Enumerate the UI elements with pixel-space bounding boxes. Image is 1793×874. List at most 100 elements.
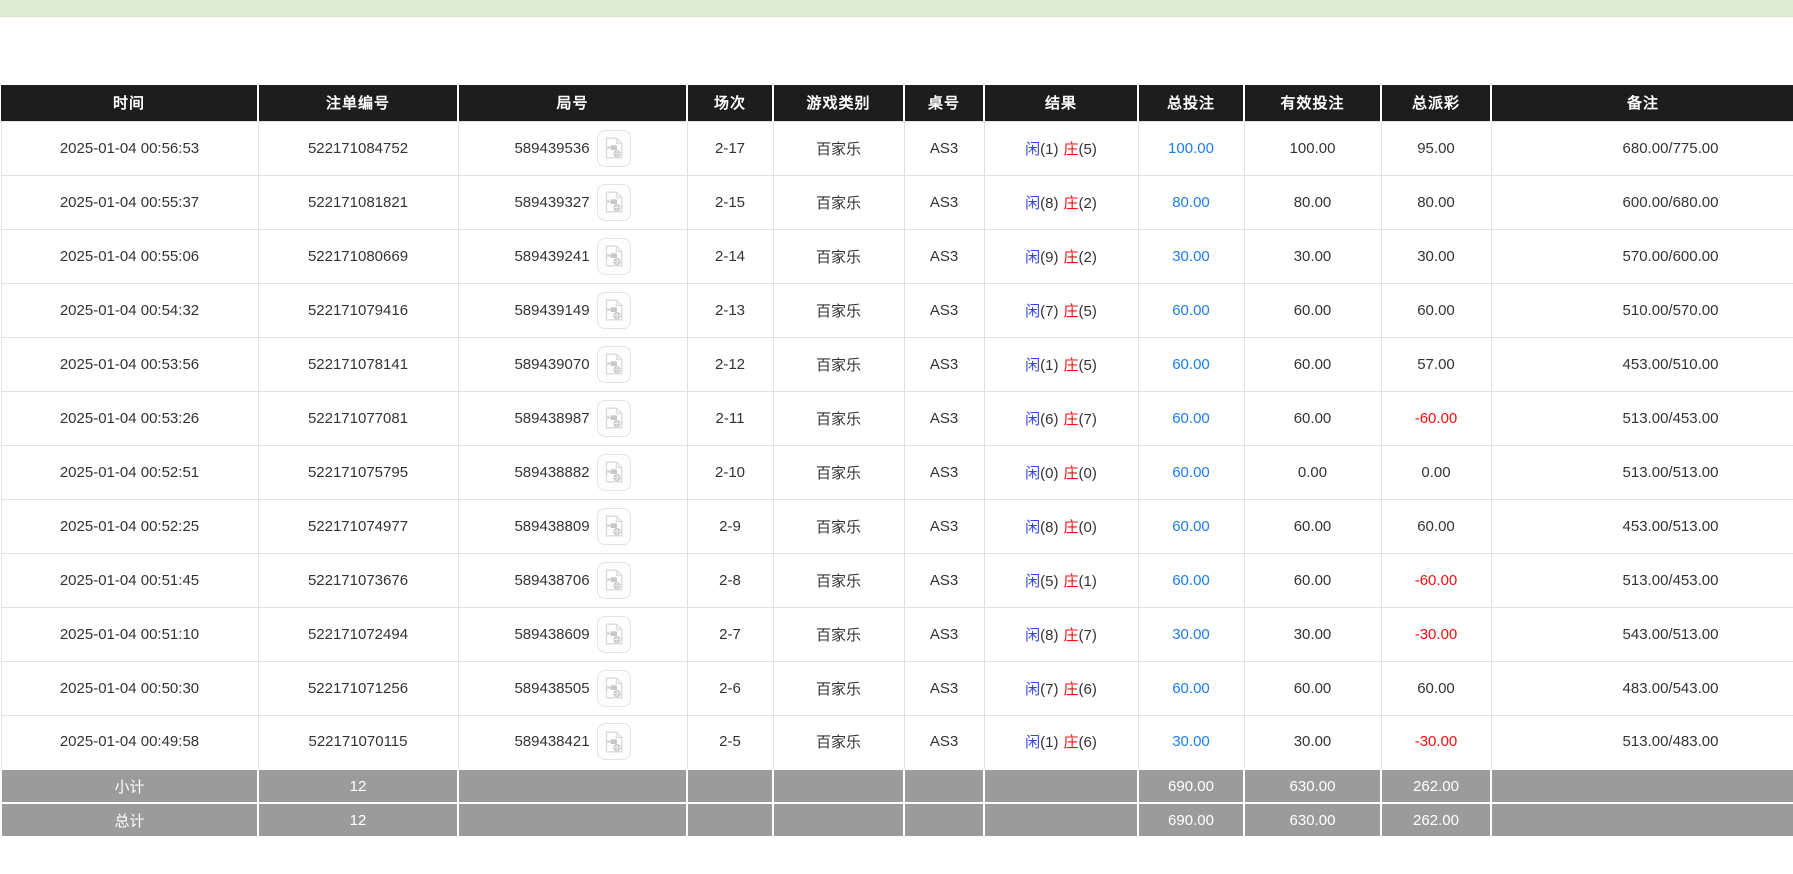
- table-row: 2025-01-04 00:50:30 522171071256 5894385…: [1, 661, 1793, 715]
- video-replay-button[interactable]: [597, 346, 631, 383]
- video-replay-icon: [604, 353, 624, 375]
- time-cell: 2025-01-04 00:56:53: [1, 121, 258, 175]
- total-bet-link[interactable]: 80.00: [1172, 194, 1210, 211]
- banker-result-score: (6): [1079, 681, 1097, 698]
- banker-result-label: 庄: [1064, 465, 1079, 482]
- valid-bet-cell: 60.00: [1244, 661, 1381, 715]
- player-result-score: (5): [1040, 573, 1058, 590]
- col-header-round-no: 局号: [458, 85, 687, 121]
- table-no-cell: AS3: [904, 661, 984, 715]
- subtotal-empty-cell: [1491, 769, 1793, 803]
- subtotal-total-bet: 690.00: [1138, 769, 1244, 803]
- total-bet-link[interactable]: 60.00: [1172, 680, 1210, 697]
- total-bet-link[interactable]: 100.00: [1168, 140, 1214, 157]
- table-row: 2025-01-04 00:52:25 522171074977 5894388…: [1, 499, 1793, 553]
- time-cell: 2025-01-04 00:52:25: [1, 499, 258, 553]
- round-no: 589439327: [514, 194, 589, 211]
- total-bet-link[interactable]: 30.00: [1172, 248, 1210, 265]
- round-no-cell: 589439327: [458, 175, 687, 229]
- player-result-label: 闲: [1025, 519, 1040, 536]
- table-no-cell: AS3: [904, 229, 984, 283]
- video-replay-button[interactable]: [597, 562, 631, 599]
- player-result-label: 闲: [1025, 681, 1040, 698]
- video-replay-button[interactable]: [597, 508, 631, 545]
- video-replay-button[interactable]: [597, 292, 631, 329]
- table-no-cell: AS3: [904, 391, 984, 445]
- time-cell: 2025-01-04 00:50:30: [1, 661, 258, 715]
- total-bet-cell: 60.00: [1138, 391, 1244, 445]
- game-type-cell: 百家乐: [773, 715, 904, 769]
- video-replay-button[interactable]: [597, 130, 631, 167]
- banker-result-label: 庄: [1064, 303, 1079, 320]
- total-bet-link[interactable]: 30.00: [1172, 733, 1210, 750]
- video-replay-button[interactable]: [597, 723, 631, 760]
- table-no-cell: AS3: [904, 607, 984, 661]
- result-cell: 闲(6)庄(7): [984, 391, 1138, 445]
- table-row: 2025-01-04 00:51:10 522171072494 5894386…: [1, 607, 1793, 661]
- total-bet-link[interactable]: 60.00: [1172, 572, 1210, 589]
- col-header-result: 结果: [984, 85, 1138, 121]
- total-bet-cell: 60.00: [1138, 337, 1244, 391]
- total-bet-link[interactable]: 60.00: [1172, 518, 1210, 535]
- banker-result-label: 庄: [1064, 411, 1079, 428]
- table-no-cell: AS3: [904, 175, 984, 229]
- subtotal-count: 12: [258, 769, 458, 803]
- player-result-label: 闲: [1025, 141, 1040, 158]
- total-bet-link[interactable]: 30.00: [1172, 626, 1210, 643]
- total-bet-link[interactable]: 60.00: [1172, 356, 1210, 373]
- video-replay-icon: [604, 299, 624, 321]
- video-replay-icon: [604, 407, 624, 429]
- round-no: 589438609: [514, 626, 589, 643]
- total-total-bet: 690.00: [1138, 803, 1244, 837]
- table-row: 2025-01-04 00:56:53 522171084752 5894395…: [1, 121, 1793, 175]
- total-bet-link[interactable]: 60.00: [1172, 302, 1210, 319]
- banker-result-score: (0): [1079, 465, 1097, 482]
- payout-cell: 80.00: [1381, 175, 1491, 229]
- time-cell: 2025-01-04 00:55:37: [1, 175, 258, 229]
- result-cell: 闲(8)庄(2): [984, 175, 1138, 229]
- player-result-score: (8): [1040, 519, 1058, 536]
- video-replay-icon: [604, 137, 624, 159]
- table-row: 2025-01-04 00:49:58 522171070115 5894384…: [1, 715, 1793, 769]
- banker-result-label: 庄: [1064, 573, 1079, 590]
- col-header-time: 时间: [1, 85, 258, 121]
- col-header-total-bet: 总投注: [1138, 85, 1244, 121]
- subtotal-valid-bet: 630.00: [1244, 769, 1381, 803]
- header-row: 时间 注单编号 局号 场次 游戏类别 桌号 结果 总投注 有效投注 总派彩 备注: [1, 85, 1793, 121]
- top-green-bar: [0, 0, 1793, 17]
- session-cell: 2-9: [687, 499, 773, 553]
- total-label: 总计: [1, 803, 258, 837]
- video-replay-button[interactable]: [597, 454, 631, 491]
- game-type-cell: 百家乐: [773, 499, 904, 553]
- total-bet-link[interactable]: 60.00: [1172, 410, 1210, 427]
- banker-result-score: (5): [1079, 303, 1097, 320]
- records-body: 2025-01-04 00:56:53 522171084752 5894395…: [1, 121, 1793, 769]
- banker-result-score: (1): [1079, 573, 1097, 590]
- time-cell: 2025-01-04 00:53:56: [1, 337, 258, 391]
- video-replay-button[interactable]: [597, 184, 631, 221]
- video-replay-button[interactable]: [597, 238, 631, 275]
- banker-result-score: (6): [1079, 734, 1097, 751]
- round-no: 589439149: [514, 302, 589, 319]
- game-type-cell: 百家乐: [773, 121, 904, 175]
- total-bet-cell: 60.00: [1138, 553, 1244, 607]
- player-result-score: (1): [1040, 357, 1058, 374]
- col-header-game-type: 游戏类别: [773, 85, 904, 121]
- player-result-label: 闲: [1025, 465, 1040, 482]
- valid-bet-cell: 60.00: [1244, 283, 1381, 337]
- subtotal-empty-cell: [984, 769, 1138, 803]
- col-header-session: 场次: [687, 85, 773, 121]
- video-replay-button[interactable]: [597, 400, 631, 437]
- player-result-label: 闲: [1025, 303, 1040, 320]
- remark-cell: 680.00/775.00: [1491, 121, 1793, 175]
- valid-bet-cell: 80.00: [1244, 175, 1381, 229]
- session-cell: 2-5: [687, 715, 773, 769]
- video-replay-button[interactable]: [597, 670, 631, 707]
- table-row: 2025-01-04 00:53:26 522171077081 5894389…: [1, 391, 1793, 445]
- valid-bet-cell: 60.00: [1244, 499, 1381, 553]
- session-cell: 2-11: [687, 391, 773, 445]
- video-replay-button[interactable]: [597, 616, 631, 653]
- total-bet-link[interactable]: 60.00: [1172, 464, 1210, 481]
- round-no: 589438706: [514, 572, 589, 589]
- bet-no-cell: 522171070115: [258, 715, 458, 769]
